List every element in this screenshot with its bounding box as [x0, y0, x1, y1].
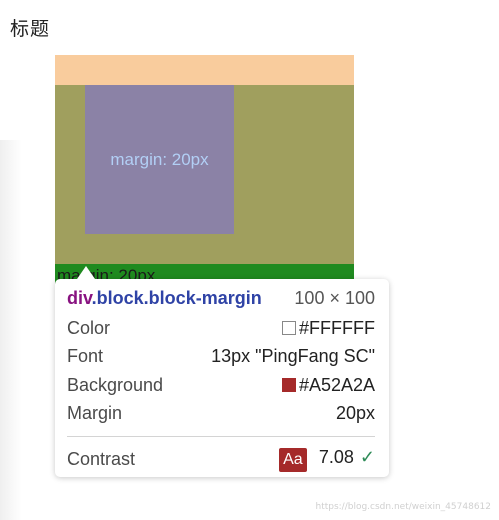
row-key: Font: [67, 346, 104, 366]
row-key: Background: [67, 375, 164, 395]
row-value: Aa 7.08 ✓: [278, 447, 375, 472]
tooltip-row-contrast: Contrast Aa 7.08 ✓: [67, 447, 375, 473]
element-dimensions: 100 × 100: [294, 288, 375, 308]
page-edge-shadow: [0, 140, 22, 520]
background-value: #A52A2A: [298, 375, 375, 395]
background-swatch: [281, 378, 296, 392]
watermark: https://blog.csdn.net/weixin_45748612: [315, 502, 491, 512]
margin-highlight: [55, 55, 354, 85]
row-value: #FFFFFF: [282, 318, 375, 339]
inspector-tooltip: div.block.block-margin 100 × 100 Color #…: [55, 279, 389, 477]
row-key: Margin: [67, 403, 123, 423]
tooltip-arrow: [77, 266, 95, 279]
element-tag: div: [67, 288, 92, 308]
contrast-sample-badge: Aa: [278, 448, 307, 472]
contrast-ratio: 7.08: [318, 447, 354, 467]
row-key: Color: [67, 318, 111, 338]
element-classes: .block.block-margin: [91, 288, 262, 308]
tooltip-row-background: Background #A52A2A: [67, 375, 375, 399]
page-title: 标题: [10, 18, 51, 40]
tooltip-row-color: Color #FFFFFF: [67, 318, 375, 342]
margin-value: 20px: [335, 403, 375, 423]
tooltip-row-margin: Margin 20px: [67, 403, 375, 427]
tooltip-header: div.block.block-margin 100 × 100: [67, 288, 375, 312]
tooltip-divider: [67, 436, 375, 437]
inner-block-label: margin: 20px: [110, 150, 209, 169]
check-icon: ✓: [359, 447, 375, 467]
color-swatch: [282, 321, 297, 335]
color-value: #FFFFFF: [299, 318, 375, 338]
font-value: 13px "PingFang SC": [211, 346, 375, 366]
row-value: #A52A2A: [281, 375, 375, 396]
row-key: Contrast: [67, 449, 136, 469]
tooltip-row-font: Font 13px "PingFang SC": [67, 346, 375, 370]
element-selector: div.block.block-margin: [67, 288, 262, 309]
